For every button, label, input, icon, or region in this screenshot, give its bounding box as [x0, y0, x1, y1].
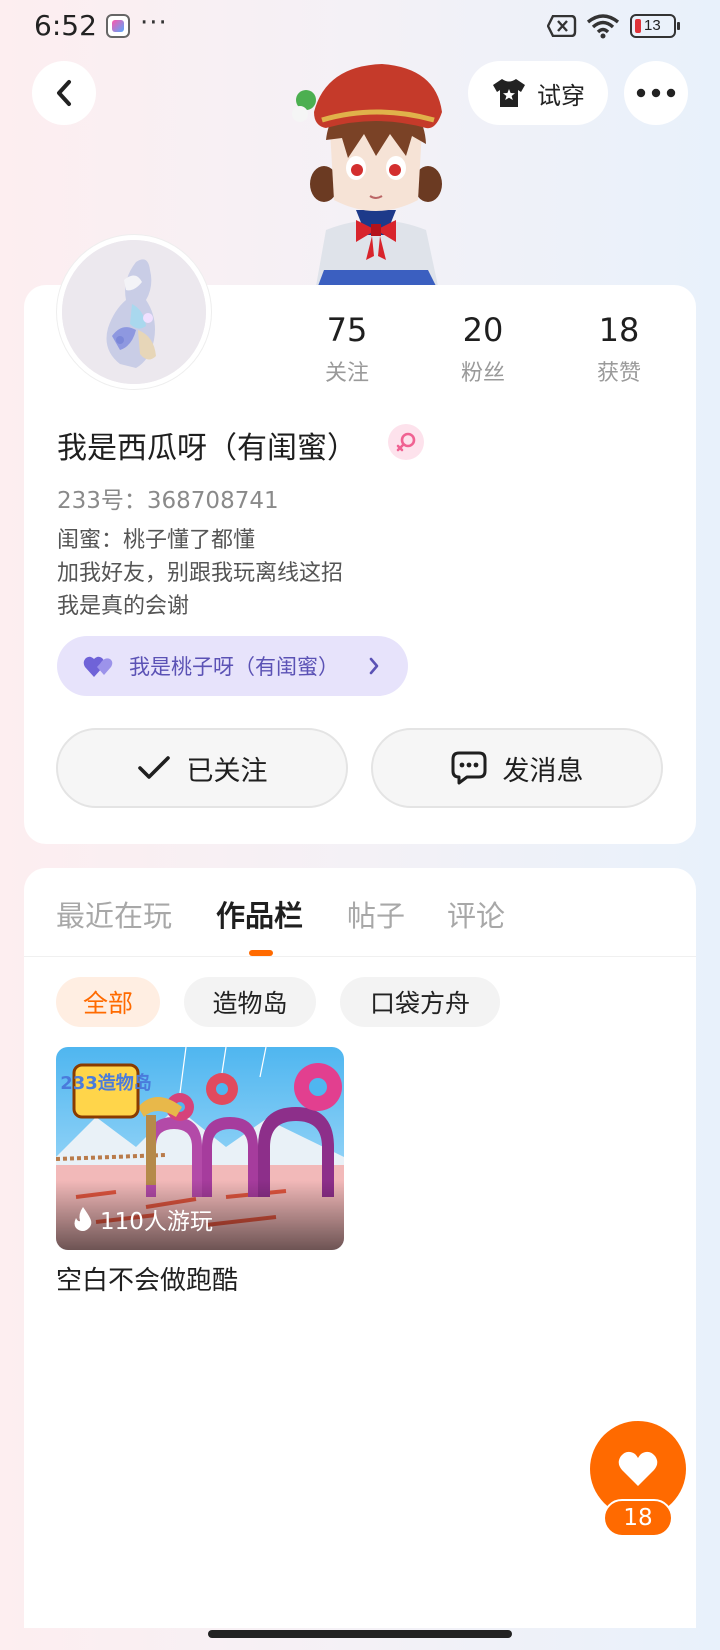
stat-label: 关注 [324, 361, 369, 386]
chevron-left-icon [57, 80, 71, 106]
no-sim-icon [547, 15, 577, 37]
wifi-icon [586, 14, 620, 39]
game-title[interactable]: 空白不会做跑酷 [56, 1260, 238, 1297]
stat-following[interactable]: 75 关注 [287, 311, 407, 387]
follow-label: 已关注 [186, 755, 268, 787]
try-on-button[interactable]: 试穿 [468, 61, 608, 125]
tab-works[interactable]: 作品栏 [216, 893, 303, 935]
bio-line: 我是真的会谢 [57, 594, 190, 619]
stat-value: 75 [326, 311, 368, 349]
filter-pocket-ark[interactable]: 口袋方舟 [340, 977, 500, 1027]
stat-likes[interactable]: 18 获赞 [559, 311, 679, 387]
avatar-image [62, 240, 206, 384]
play-count-label: 110人游玩 [100, 1209, 213, 1235]
battery-level: 13 [644, 17, 661, 34]
battery-icon: 13 [630, 14, 680, 38]
status-bar: 6:52 ··· 13 [0, 0, 720, 52]
best-friend-name: 我是桃子呀（有闺蜜） [129, 655, 339, 679]
message-button[interactable]: 发消息 [371, 728, 663, 808]
username: 我是西瓜呀（有闺蜜） [57, 431, 357, 466]
tshirt-icon [493, 79, 525, 107]
follow-button[interactable]: 已关注 [56, 728, 348, 808]
heart-icon [618, 1451, 658, 1486]
more-options-button[interactable] [624, 61, 688, 125]
home-indicator[interactable] [208, 1630, 512, 1638]
divider [24, 956, 696, 957]
stat-label: 获赞 [596, 361, 641, 386]
stat-followers[interactable]: 20 粉丝 [423, 311, 543, 387]
avatar-character-image[interactable] [286, 60, 466, 286]
message-label: 发消息 [502, 755, 584, 787]
more-dots-icon [636, 88, 676, 98]
filter-creation-island[interactable]: 造物岛 [184, 977, 316, 1027]
tab-recently-played[interactable]: 最近在玩 [56, 893, 172, 935]
double-heart-icon [83, 656, 113, 677]
game-logo: 233造物岛 [60, 1072, 152, 1094]
back-button[interactable] [32, 61, 96, 125]
like-count: 18 [603, 1499, 673, 1537]
flame-icon [74, 1207, 92, 1231]
filter-all[interactable]: 全部 [56, 977, 160, 1027]
user-id: 233号：368708741 [57, 488, 279, 514]
bio-line: 闺蜜：桃子懂了都懂 [57, 528, 256, 553]
app-notification-icon [106, 14, 130, 38]
stat-value: 18 [598, 311, 640, 349]
best-friend-chip[interactable]: 我是桃子呀（有闺蜜） [57, 636, 408, 696]
chat-bubble-icon [451, 751, 486, 785]
game-card[interactable]: 233造物岛 110人游玩 [56, 1047, 344, 1250]
tab-comments[interactable]: 评论 [447, 893, 505, 935]
stat-value: 20 [462, 311, 504, 349]
tab-posts[interactable]: 帖子 [347, 893, 405, 935]
bio-line: 加我好友，别跟我玩离线这招 [57, 561, 344, 586]
play-count: 110人游玩 [72, 1202, 213, 1236]
check-icon [137, 756, 170, 779]
female-gender-icon [388, 424, 424, 460]
chevron-right-icon [369, 657, 379, 675]
more-notifications-icon: ··· [140, 8, 168, 38]
bio: 闺蜜：桃子懂了都懂 加我好友，别跟我玩离线这招 我是真的会谢 [57, 524, 343, 623]
status-time: 6:52 [34, 9, 97, 42]
avatar[interactable] [57, 235, 211, 389]
stat-label: 粉丝 [460, 361, 505, 386]
try-on-label: 试穿 [537, 81, 585, 110]
